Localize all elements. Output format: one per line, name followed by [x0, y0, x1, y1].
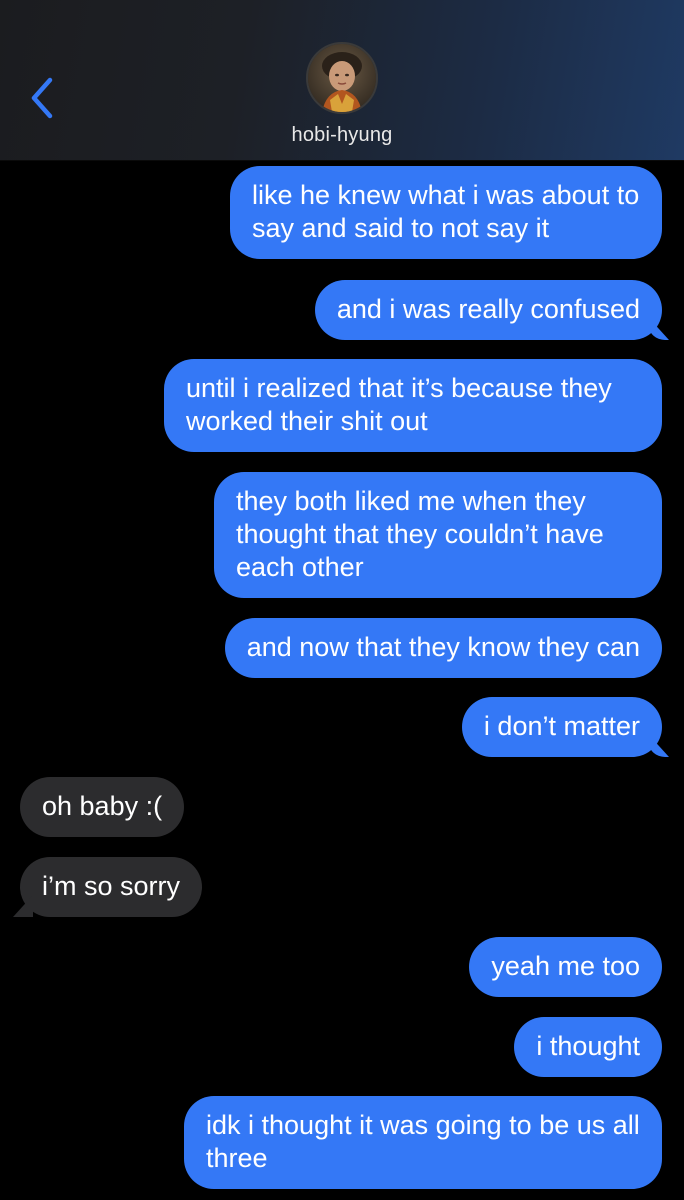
message-bubble-received[interactable]: i’m so sorry [20, 857, 203, 917]
contact-name[interactable]: hobi-hyung [0, 124, 684, 147]
message-text: until i realized that it’s because they … [186, 373, 612, 436]
message-bubble-sent[interactable]: idk i thought it was going to be us all … [184, 1096, 662, 1189]
avatar-image [308, 44, 376, 112]
message-text: yeah me too [491, 951, 640, 981]
message-bubble-sent[interactable]: like he knew what i was about to say and… [230, 166, 662, 259]
message-text: and i was really confused [336, 294, 640, 324]
message-text: i’m so sorry [42, 871, 181, 901]
message-text: i thought [536, 1031, 640, 1061]
message-bubble-sent[interactable]: they both liked me when they thought tha… [214, 472, 662, 598]
message-thread: like he knew what i was about to say and… [0, 160, 684, 1200]
message-text: i don’t matter [483, 711, 640, 741]
conversation-header: hobi-hyung [0, 0, 684, 160]
back-button[interactable] [24, 72, 64, 124]
message-bubble-sent[interactable]: yeah me too [469, 937, 662, 997]
message-text: oh baby :( [42, 791, 163, 821]
message-bubble-sent[interactable]: i don’t matter [461, 697, 662, 757]
message-bubble-sent[interactable]: i thought [514, 1017, 662, 1077]
message-bubble-sent[interactable]: and now that they know they can [224, 618, 662, 678]
message-bubble-sent[interactable]: until i realized that it’s because they … [164, 359, 662, 452]
message-text: they both liked me when they thought tha… [236, 486, 604, 582]
message-bubble-received[interactable]: oh baby :( [20, 777, 185, 837]
contact-avatar[interactable] [306, 42, 378, 114]
message-text: idk i thought it was going to be us all … [206, 1110, 640, 1173]
message-text: like he knew what i was about to say and… [252, 180, 640, 243]
chevron-left-icon [31, 77, 53, 119]
message-bubble-sent[interactable]: and i was really confused [314, 280, 662, 340]
message-text: and now that they know they can [246, 632, 640, 662]
